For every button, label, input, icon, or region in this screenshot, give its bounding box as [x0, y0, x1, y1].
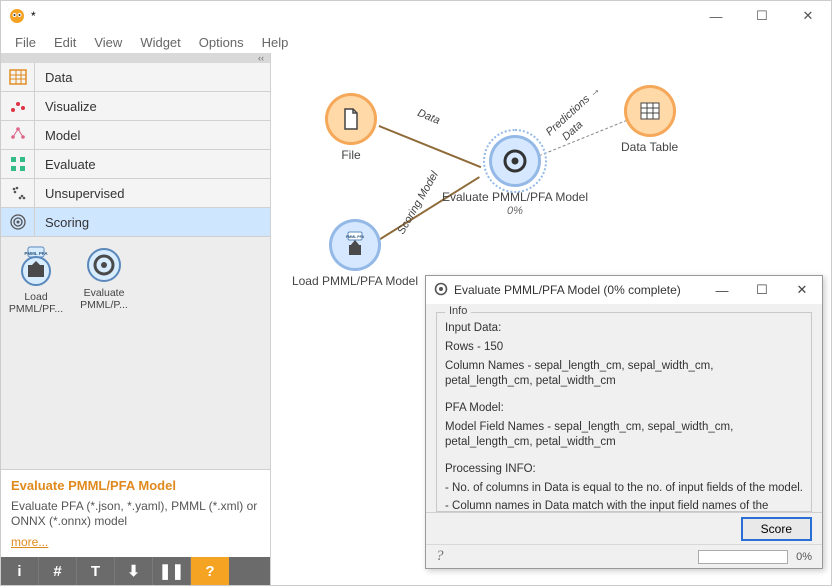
info-text: Rows - 150 — [445, 340, 803, 355]
statusbar-download[interactable]: ⬇ — [115, 557, 153, 585]
cluster-icon — [1, 179, 35, 208]
statusbar-text[interactable]: T — [77, 557, 115, 585]
node-label: File — [341, 149, 360, 163]
menu-edit[interactable]: Edit — [46, 33, 84, 52]
menu-options[interactable]: Options — [191, 33, 252, 52]
node-label: Load PMML/PFA Model — [292, 275, 418, 289]
popup-title: Evaluate PMML/PFA Model (0% complete) — [454, 283, 681, 297]
edge-label: Data — [416, 107, 442, 127]
info-text: Model Field Names - sepal_length_cm, sep… — [445, 420, 803, 450]
sidebar-item-model[interactable]: Model — [1, 121, 270, 150]
score-button[interactable]: Score — [741, 517, 812, 541]
sidebar-item-scoring[interactable]: Scoring — [1, 208, 270, 237]
sidebar-item-label: Evaluate — [35, 157, 96, 172]
titlebar: * — ☐ ✕ — [1, 1, 831, 31]
statusbar-info[interactable]: i — [1, 557, 39, 585]
evaluate-model-icon — [84, 245, 124, 285]
info-text: Input Data: — [445, 321, 803, 336]
sidebar-item-label: Model — [35, 128, 80, 143]
node-label: Data Table — [621, 141, 678, 155]
tree-icon — [1, 121, 35, 150]
window-maximize[interactable]: ☐ — [739, 1, 785, 31]
window-close[interactable]: ✕ — [785, 1, 831, 31]
sidebar-item-data[interactable]: Data — [1, 63, 270, 92]
menu-file[interactable]: File — [7, 33, 44, 52]
menu-view[interactable]: View — [86, 33, 130, 52]
info-text: - No. of columns in Data is equal to the… — [445, 481, 803, 496]
target-icon — [434, 282, 448, 299]
help-title: Evaluate PMML/PFA Model — [11, 478, 260, 493]
sidebar-collapse-handle[interactable]: ‹‹ — [1, 53, 270, 63]
sidebar: ‹‹ Data Visualize Model Evaluate — [1, 53, 271, 585]
sidebar-item-label: Unsupervised — [35, 186, 125, 201]
matrix-icon — [1, 150, 35, 179]
sidebar-item-visualize[interactable]: Visualize — [1, 92, 270, 121]
evaluate-pmml-pfa-window: Evaluate PMML/PFA Model (0% complete) — … — [425, 275, 823, 569]
popup-maximize[interactable]: ☐ — [742, 276, 782, 304]
widget-label: Load PMML/PF... — [7, 291, 65, 315]
scatter-icon — [1, 92, 35, 121]
sidebar-item-evaluate[interactable]: Evaluate — [1, 150, 270, 179]
info-text: PFA Model: — [445, 401, 803, 416]
progress-bar — [698, 550, 788, 564]
node-label: Evaluate PMML/PFA Model — [442, 191, 588, 205]
target-icon — [1, 208, 35, 237]
widget-label: Evaluate PMML/P... — [75, 287, 133, 311]
help-body: Evaluate PFA (*.json, *.yaml), PMML (*.x… — [11, 499, 260, 529]
info-group-title: Info — [445, 305, 471, 317]
window-minimize[interactable]: — — [693, 1, 739, 31]
info-text: Column Names - sepal_length_cm, sepal_wi… — [445, 359, 803, 389]
help-more-link[interactable]: more... — [11, 535, 48, 549]
popup-close[interactable]: ✕ — [782, 276, 822, 304]
status-bar: i # T ⬇ ❚❚ ? — [1, 557, 270, 585]
popup-minimize[interactable]: — — [702, 276, 742, 304]
statusbar-pause[interactable]: ❚❚ — [153, 557, 191, 585]
sidebar-item-label: Scoring — [35, 215, 89, 230]
help-icon[interactable]: ? — [436, 548, 444, 565]
statusbar-help[interactable]: ? — [191, 557, 229, 585]
table-icon — [1, 63, 35, 92]
load-model-icon: PMML PFA — [14, 245, 58, 289]
menu-widget[interactable]: Widget — [132, 33, 188, 52]
node-evaluate-pmml-pfa[interactable]: Evaluate PMML/PFA Model 0% — [435, 135, 595, 217]
widget-load-pmml-pfa[interactable]: PMML PFA Load PMML/PF... — [7, 245, 65, 315]
menu-help[interactable]: Help — [254, 33, 297, 52]
app-icon — [9, 8, 25, 24]
node-progress: 0% — [507, 205, 523, 217]
sidebar-item-label: Visualize — [35, 99, 97, 114]
node-load-pmml-pfa[interactable]: PMML PFA Load PMML/PFA Model — [285, 219, 425, 289]
help-panel: Evaluate PMML/PFA Model Evaluate PFA (*.… — [1, 469, 270, 557]
menubar: File Edit View Widget Options Help — [1, 31, 831, 53]
info-text: - Column names in Data match with the in… — [445, 499, 803, 512]
svg-text:PMML PFA: PMML PFA — [24, 251, 48, 256]
statusbar-grid[interactable]: # — [39, 557, 77, 585]
widget-evaluate-pmml-pfa[interactable]: Evaluate PMML/P... — [75, 245, 133, 315]
window-title: * — [31, 9, 36, 23]
progress-percent: 0% — [796, 551, 812, 563]
info-text: Processing INFO: — [445, 462, 803, 477]
sidebar-item-unsupervised[interactable]: Unsupervised — [1, 179, 270, 208]
node-data-table[interactable]: Data Table — [621, 85, 678, 155]
node-file[interactable]: File — [325, 93, 377, 163]
sidebar-item-label: Data — [35, 70, 72, 85]
